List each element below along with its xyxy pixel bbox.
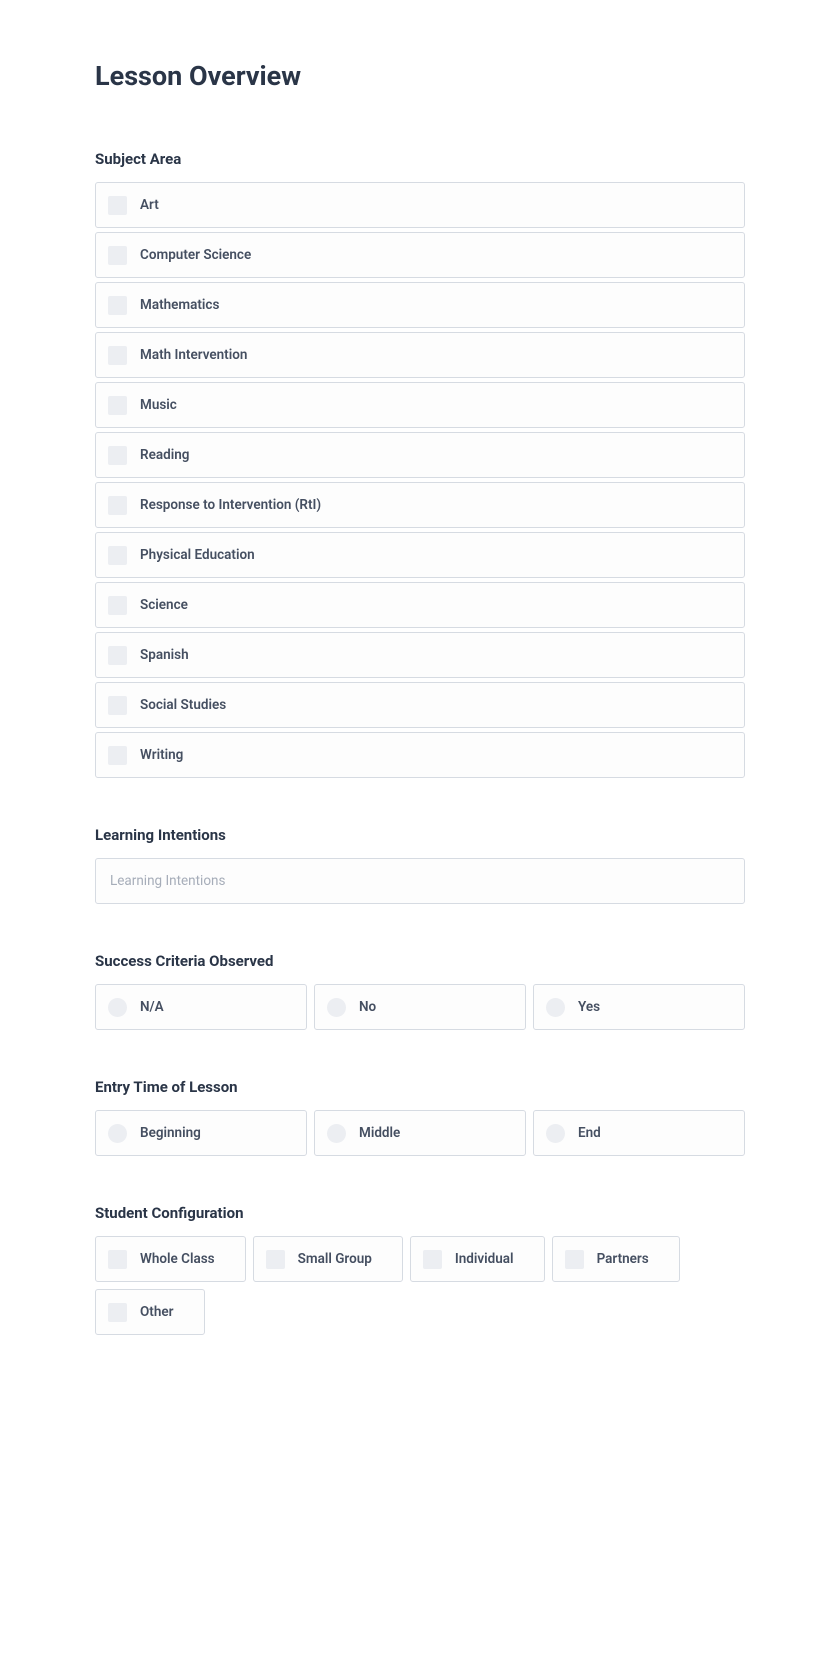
option-label: Beginning xyxy=(140,1125,201,1141)
config-option-individual[interactable]: Individual xyxy=(410,1236,545,1282)
option-label: Art xyxy=(140,197,159,213)
checkbox-icon xyxy=(108,246,127,265)
checkbox-icon xyxy=(108,696,127,715)
checkbox-icon xyxy=(108,596,127,615)
radio-icon xyxy=(327,998,346,1017)
option-label: N/A xyxy=(140,999,164,1015)
subject-option-physical-education[interactable]: Physical Education xyxy=(95,532,745,578)
section-student-configuration: Student Configuration Whole Class Small … xyxy=(95,1204,745,1335)
checkbox-icon xyxy=(108,1303,127,1322)
entry-option-middle[interactable]: Middle xyxy=(314,1110,526,1156)
success-criteria-options: N/A No Yes xyxy=(95,984,745,1030)
radio-icon xyxy=(546,998,565,1017)
option-label: Small Group xyxy=(298,1251,372,1267)
subject-option-art[interactable]: Art xyxy=(95,182,745,228)
checkbox-icon xyxy=(565,1250,584,1269)
entry-time-options: Beginning Middle End xyxy=(95,1110,745,1156)
subject-option-reading[interactable]: Reading xyxy=(95,432,745,478)
option-label: End xyxy=(578,1125,601,1141)
subject-option-computer-science[interactable]: Computer Science xyxy=(95,232,745,278)
checkbox-icon xyxy=(108,746,127,765)
student-config-label: Student Configuration xyxy=(95,1204,745,1222)
checkbox-icon xyxy=(266,1250,285,1269)
checkbox-icon xyxy=(108,346,127,365)
config-option-other[interactable]: Other xyxy=(95,1289,205,1335)
subject-option-writing[interactable]: Writing xyxy=(95,732,745,778)
option-label: No xyxy=(359,999,376,1015)
learning-intentions-label: Learning Intentions xyxy=(95,826,745,844)
checkbox-icon xyxy=(108,196,127,215)
section-entry-time: Entry Time of Lesson Beginning Middle En… xyxy=(95,1078,745,1156)
option-label: Individual xyxy=(455,1251,514,1267)
subject-area-label: Subject Area xyxy=(95,150,745,168)
checkbox-icon xyxy=(423,1250,442,1269)
entry-option-end[interactable]: End xyxy=(533,1110,745,1156)
option-label: Middle xyxy=(359,1125,400,1141)
radio-icon xyxy=(108,1124,127,1143)
option-label: Response to Intervention (RtI) xyxy=(140,497,321,513)
option-label: Partners xyxy=(597,1251,649,1267)
subject-option-spanish[interactable]: Spanish xyxy=(95,632,745,678)
subject-option-rti[interactable]: Response to Intervention (RtI) xyxy=(95,482,745,528)
checkbox-icon xyxy=(108,446,127,465)
radio-icon xyxy=(546,1124,565,1143)
option-label: Spanish xyxy=(140,647,189,663)
subject-area-options: Art Computer Science Mathematics Math In… xyxy=(95,182,745,778)
subject-option-mathematics[interactable]: Mathematics xyxy=(95,282,745,328)
learning-intentions-input[interactable] xyxy=(95,858,745,904)
checkbox-icon xyxy=(108,496,127,515)
section-learning-intentions: Learning Intentions xyxy=(95,826,745,904)
subject-option-social-studies[interactable]: Social Studies xyxy=(95,682,745,728)
option-label: Writing xyxy=(140,747,183,763)
checkbox-icon xyxy=(108,1250,127,1269)
subject-option-music[interactable]: Music xyxy=(95,382,745,428)
config-option-whole-class[interactable]: Whole Class xyxy=(95,1236,246,1282)
entry-time-label: Entry Time of Lesson xyxy=(95,1078,745,1096)
option-label: Physical Education xyxy=(140,547,255,563)
checkbox-icon xyxy=(108,646,127,665)
option-label: Whole Class xyxy=(140,1251,215,1267)
config-option-small-group[interactable]: Small Group xyxy=(253,1236,403,1282)
success-option-na[interactable]: N/A xyxy=(95,984,307,1030)
option-label: Math Intervention xyxy=(140,347,247,363)
option-label: Yes xyxy=(578,999,600,1015)
success-criteria-label: Success Criteria Observed xyxy=(95,952,745,970)
option-label: Science xyxy=(140,597,188,613)
success-option-no[interactable]: No xyxy=(314,984,526,1030)
radio-icon xyxy=(108,998,127,1017)
config-option-partners[interactable]: Partners xyxy=(552,1236,680,1282)
checkbox-icon xyxy=(108,546,127,565)
checkbox-icon xyxy=(108,296,127,315)
section-success-criteria: Success Criteria Observed N/A No Yes xyxy=(95,952,745,1030)
option-label: Reading xyxy=(140,447,189,463)
subject-option-math-intervention[interactable]: Math Intervention xyxy=(95,332,745,378)
checkbox-icon xyxy=(108,396,127,415)
option-label: Social Studies xyxy=(140,697,226,713)
radio-icon xyxy=(327,1124,346,1143)
option-label: Computer Science xyxy=(140,247,251,263)
page-title: Lesson Overview xyxy=(95,60,745,92)
success-option-yes[interactable]: Yes xyxy=(533,984,745,1030)
subject-option-science[interactable]: Science xyxy=(95,582,745,628)
entry-option-beginning[interactable]: Beginning xyxy=(95,1110,307,1156)
option-label: Mathematics xyxy=(140,297,219,313)
option-label: Other xyxy=(140,1304,174,1320)
student-config-options: Whole Class Small Group Individual Partn… xyxy=(95,1236,745,1335)
section-subject-area: Subject Area Art Computer Science Mathem… xyxy=(95,150,745,778)
option-label: Music xyxy=(140,397,177,413)
